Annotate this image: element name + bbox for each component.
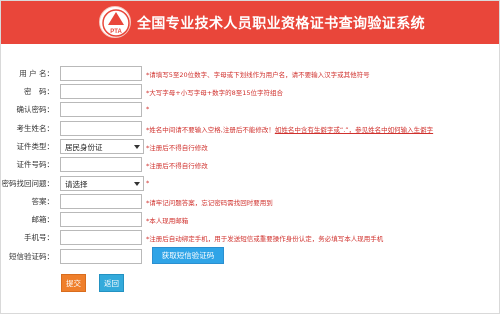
name-label: 考生姓名：	[16, 124, 55, 133]
security-question-row: 密码找回问题： 请选择 *	[0, 176, 500, 192]
name-input[interactable]	[60, 121, 142, 136]
name-hint-text: *姓名中间请不要输入空格,注册后不能修改！	[146, 126, 275, 134]
id-type-label: 证件类型：	[16, 142, 55, 151]
id-number-row: 证件号码： *注册后不得自行修改	[0, 157, 500, 173]
username-hint: *请填写5至20位数字、字母或下划线作为用户名，请不要输入汉字或其他符号	[146, 71, 370, 79]
answer-input[interactable]	[60, 194, 142, 209]
password-row: 密 码： *大写字母+小写字母+数字的8至15位字符组合	[0, 84, 500, 100]
chevron-down-icon	[134, 182, 140, 186]
confirm-password-input[interactable]	[60, 102, 142, 117]
phone-label: 手机号：	[24, 233, 54, 242]
id-number-hint: *注册后不得自行修改	[146, 162, 208, 170]
name-hint: *姓名中间请不要输入空格,注册后不能修改！如姓名中含有生僻字或“.”，参见姓名中…	[146, 124, 433, 134]
email-label: 邮箱：	[31, 215, 55, 224]
phone-hint: *注册后自动绑定手机，用于发送短信或重要操作身份认定，务必填写本人现用手机	[146, 235, 384, 243]
submit-button[interactable]: 提交	[61, 274, 86, 292]
confirm-password-hint: *	[146, 105, 150, 113]
security-question-hint: *	[146, 179, 150, 187]
phone-row: 手机号： *注册后自动绑定手机，用于发送短信或重要操作身份认定，务必填写本人现用…	[0, 230, 500, 246]
pta-logo-icon: PTA	[99, 6, 131, 38]
confirm-password-row: 确认密码： *	[0, 102, 500, 118]
id-type-select[interactable]: 居民身份证	[60, 139, 144, 154]
page-title: 全国专业技术人员职业资格证书查询验证系统	[137, 16, 425, 32]
id-number-label: 证件号码：	[16, 160, 55, 169]
id-number-input[interactable]	[60, 157, 142, 172]
sms-code-row: 短信验证码：	[0, 249, 500, 265]
back-button[interactable]: 返回	[99, 274, 124, 292]
password-hint: *大写字母+小写字母+数字的8至15位字符组合	[146, 89, 284, 97]
username-label: 用 户 名：	[19, 69, 54, 78]
id-type-row: 证件类型： 居民身份证 *注册后不得自行修改	[0, 139, 500, 155]
email-row: 邮箱： *本人现用邮箱	[0, 212, 500, 228]
header-banner: PTA 全国专业技术人员职业资格证书查询验证系统	[1, 1, 499, 44]
answer-hint: *请牢记问题答案，忘记密码需找回时要用到	[146, 199, 273, 207]
id-type-value: 居民身份证	[65, 143, 103, 152]
sms-code-input[interactable]	[60, 249, 142, 264]
username-row: 用 户 名： *请填写5至20位数字、字母或下划线作为用户名，请不要输入汉字或其…	[0, 66, 500, 82]
answer-row: 答案： *请牢记问题答案，忘记密码需找回时要用到	[0, 194, 500, 210]
id-type-hint: *注册后不得自行修改	[146, 144, 208, 152]
username-input[interactable]	[60, 66, 142, 81]
password-input[interactable]	[60, 84, 142, 99]
confirm-password-label: 确认密码：	[16, 105, 55, 114]
name-row: 考生姓名： *姓名中间请不要输入空格,注册后不能修改！如姓名中含有生僻字或“.”…	[0, 121, 500, 137]
security-question-label: 密码找回问题：	[1, 179, 55, 188]
phone-input[interactable]	[60, 230, 142, 245]
logo-text: PTA	[110, 29, 122, 35]
security-question-value: 请选择	[65, 180, 88, 189]
chevron-down-icon	[134, 145, 140, 149]
security-question-select[interactable]: 请选择	[60, 176, 144, 191]
password-label: 密 码：	[24, 87, 54, 96]
sms-code-label: 短信验证码：	[9, 252, 54, 261]
get-sms-code-button[interactable]: 获取短信验证码	[152, 247, 224, 264]
answer-label: 答案：	[31, 197, 55, 206]
email-hint: *本人现用邮箱	[146, 217, 189, 225]
email-input[interactable]	[60, 212, 142, 227]
rare-character-help-link[interactable]: 如姓名中含有生僻字或“.”，参见姓名中如何输入生僻字	[275, 126, 433, 134]
